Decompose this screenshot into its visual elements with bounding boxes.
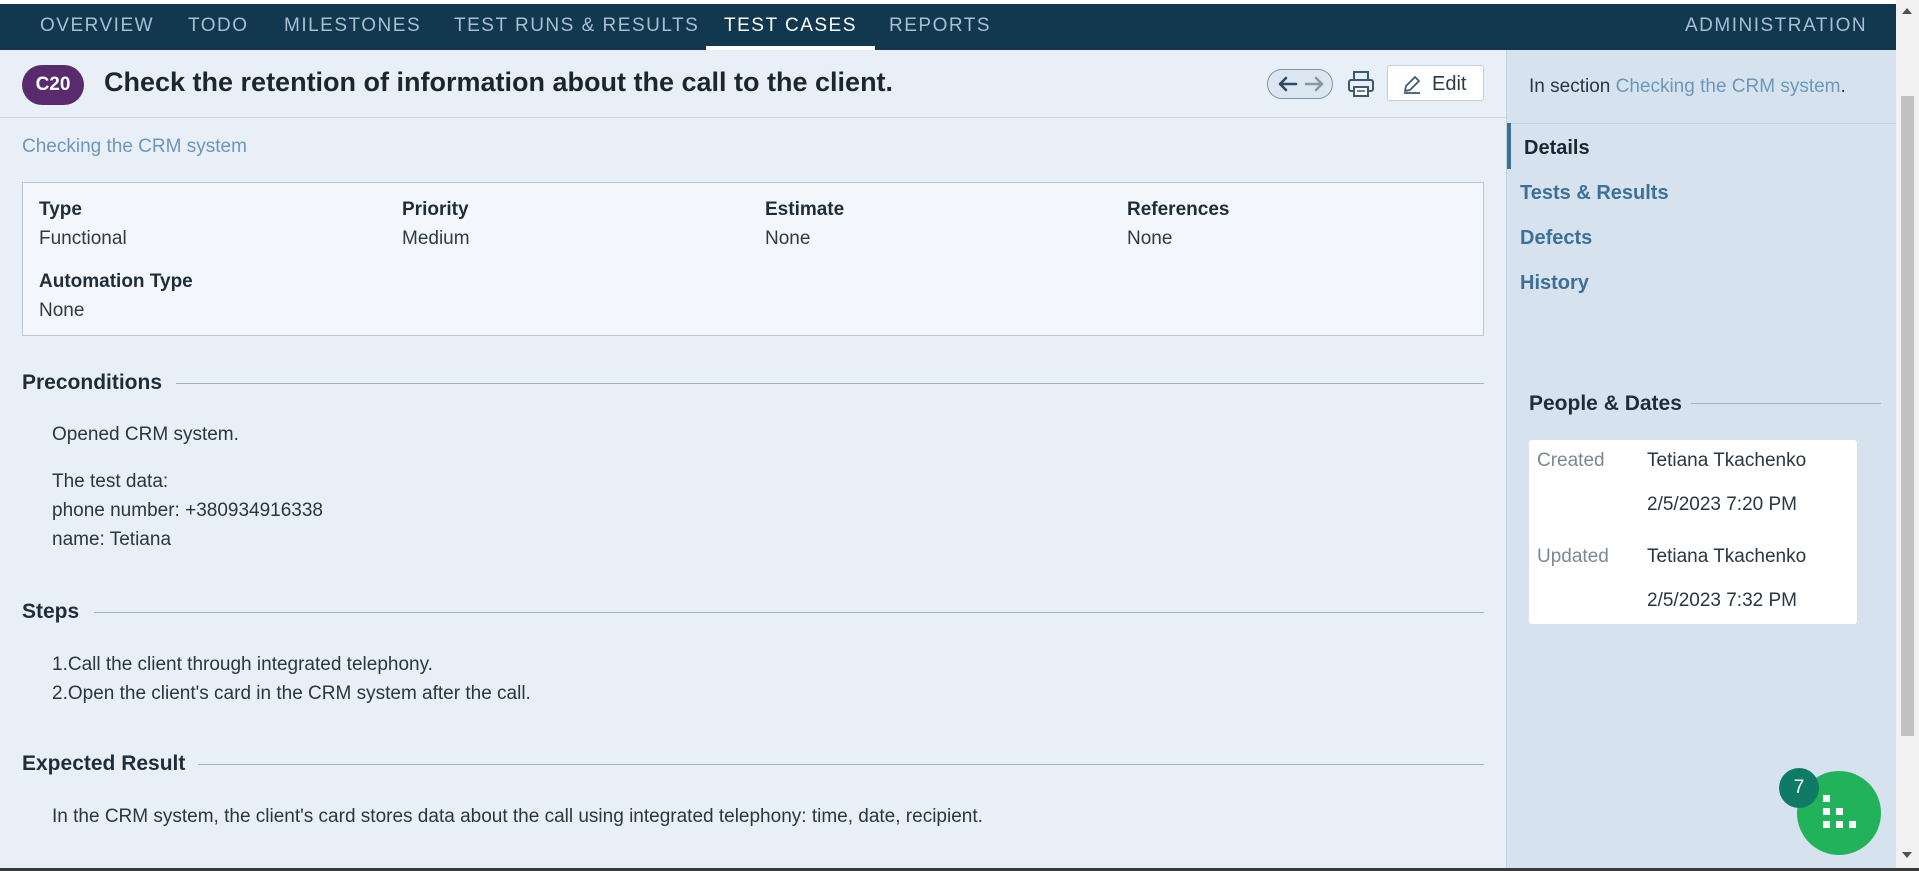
precondition-line: Opened CRM system. xyxy=(52,424,239,445)
scroll-down-icon[interactable] xyxy=(1902,852,1912,858)
preconditions-heading: Preconditions xyxy=(22,371,163,394)
references-value: None xyxy=(1127,228,1173,249)
expected-result-divider xyxy=(198,764,1484,765)
priority-label: Priority xyxy=(402,199,469,220)
nav-administration[interactable]: ADMINISTRATION xyxy=(1685,4,1867,50)
updated-label: Updated xyxy=(1537,546,1609,567)
priority-value: Medium xyxy=(402,228,470,249)
step-item: 1.Call the client through integrated tel… xyxy=(52,654,433,675)
created-label: Created xyxy=(1537,450,1605,471)
sidebar-item-tests-results[interactable]: Tests & Results xyxy=(1520,182,1669,205)
grid-dots-icon xyxy=(1821,793,1859,838)
title-bar: C20 Check the retention of information a… xyxy=(0,50,1506,118)
precondition-line: The test data: xyxy=(52,471,169,492)
scrollbar-thumb[interactable] xyxy=(1901,96,1914,736)
sidebar-item-history[interactable]: History xyxy=(1520,272,1589,295)
estimate-value: None xyxy=(765,228,811,249)
edit-button[interactable]: Edit xyxy=(1387,65,1484,101)
created-date: 2/5/2023 7:20 PM xyxy=(1647,494,1797,515)
top-navbar: OVERVIEW TODO MILESTONES TEST RUNS & RES… xyxy=(0,4,1896,50)
in-section-info: In section Checking the CRM system. xyxy=(1529,76,1846,98)
nav-test-runs-results[interactable]: TEST RUNS & RESULTS xyxy=(454,4,699,50)
right-sidebar: In section Checking the CRM system. Deta… xyxy=(1506,50,1897,868)
page-title: Check the retention of information about… xyxy=(104,67,894,97)
created-by: Tetiana Tkachenko xyxy=(1647,450,1807,471)
estimate-label: Estimate xyxy=(765,199,845,220)
nav-milestones[interactable]: MILESTONES xyxy=(284,4,421,50)
precondition-line: name: Tetiana xyxy=(52,529,172,550)
updated-by: Tetiana Tkachenko xyxy=(1647,546,1807,567)
sidebar-item-details[interactable]: Details xyxy=(1524,137,1590,160)
people-dates-card: Created Tetiana Tkachenko 2/5/2023 7:20 … xyxy=(1529,440,1857,624)
case-id-badge: C20 xyxy=(22,65,84,105)
type-label: Type xyxy=(39,199,82,220)
references-label: References xyxy=(1127,199,1230,220)
updated-date: 2/5/2023 7:32 PM xyxy=(1647,590,1797,611)
sidebar-item-defects[interactable]: Defects xyxy=(1520,227,1592,250)
automation-type-label: Automation Type xyxy=(39,271,193,292)
in-section-link[interactable]: Checking the CRM system xyxy=(1616,76,1841,97)
case-fields-panel: Type Functional Priority Medium Estimate… xyxy=(22,182,1484,336)
type-value: Functional xyxy=(39,228,127,249)
expected-result-text: In the CRM system, the client's card sto… xyxy=(52,806,983,827)
pencil-icon xyxy=(1402,74,1422,99)
sidebar-divider xyxy=(1507,123,1897,124)
nav-todo[interactable]: TODO xyxy=(188,4,249,50)
print-icon[interactable] xyxy=(1347,69,1375,99)
automation-type-value: None xyxy=(39,300,85,321)
notification-count-badge: 7 xyxy=(1779,768,1819,808)
prev-next-nav xyxy=(1267,69,1333,99)
active-tab-indicator xyxy=(1507,123,1511,169)
preconditions-divider xyxy=(176,383,1484,384)
section-breadcrumb-link[interactable]: Checking the CRM system xyxy=(22,136,247,158)
precondition-line: phone number: +380934916338 xyxy=(52,500,323,521)
step-item: 2.Open the client's card in the CRM syst… xyxy=(52,683,531,704)
in-section-prefix: In section xyxy=(1529,76,1611,97)
main-content: C20 Check the retention of information a… xyxy=(0,50,1506,868)
edit-button-label: Edit xyxy=(1432,73,1467,95)
scroll-up-icon[interactable] xyxy=(1902,8,1912,14)
nav-reports[interactable]: REPORTS xyxy=(889,4,991,50)
nav-overview[interactable]: OVERVIEW xyxy=(40,4,154,50)
people-dates-heading: People & Dates xyxy=(1529,392,1682,415)
in-section-suffix: . xyxy=(1840,76,1846,97)
vertical-scrollbar[interactable] xyxy=(1896,0,1919,868)
nav-test-cases[interactable]: TEST CASES xyxy=(706,4,875,50)
expected-result-heading: Expected Result xyxy=(22,752,186,775)
steps-divider xyxy=(94,612,1484,613)
arrow-right-icon[interactable] xyxy=(1302,74,1328,94)
arrow-left-icon[interactable] xyxy=(1274,74,1300,94)
steps-heading: Steps xyxy=(22,600,80,623)
people-dates-divider xyxy=(1691,403,1881,404)
